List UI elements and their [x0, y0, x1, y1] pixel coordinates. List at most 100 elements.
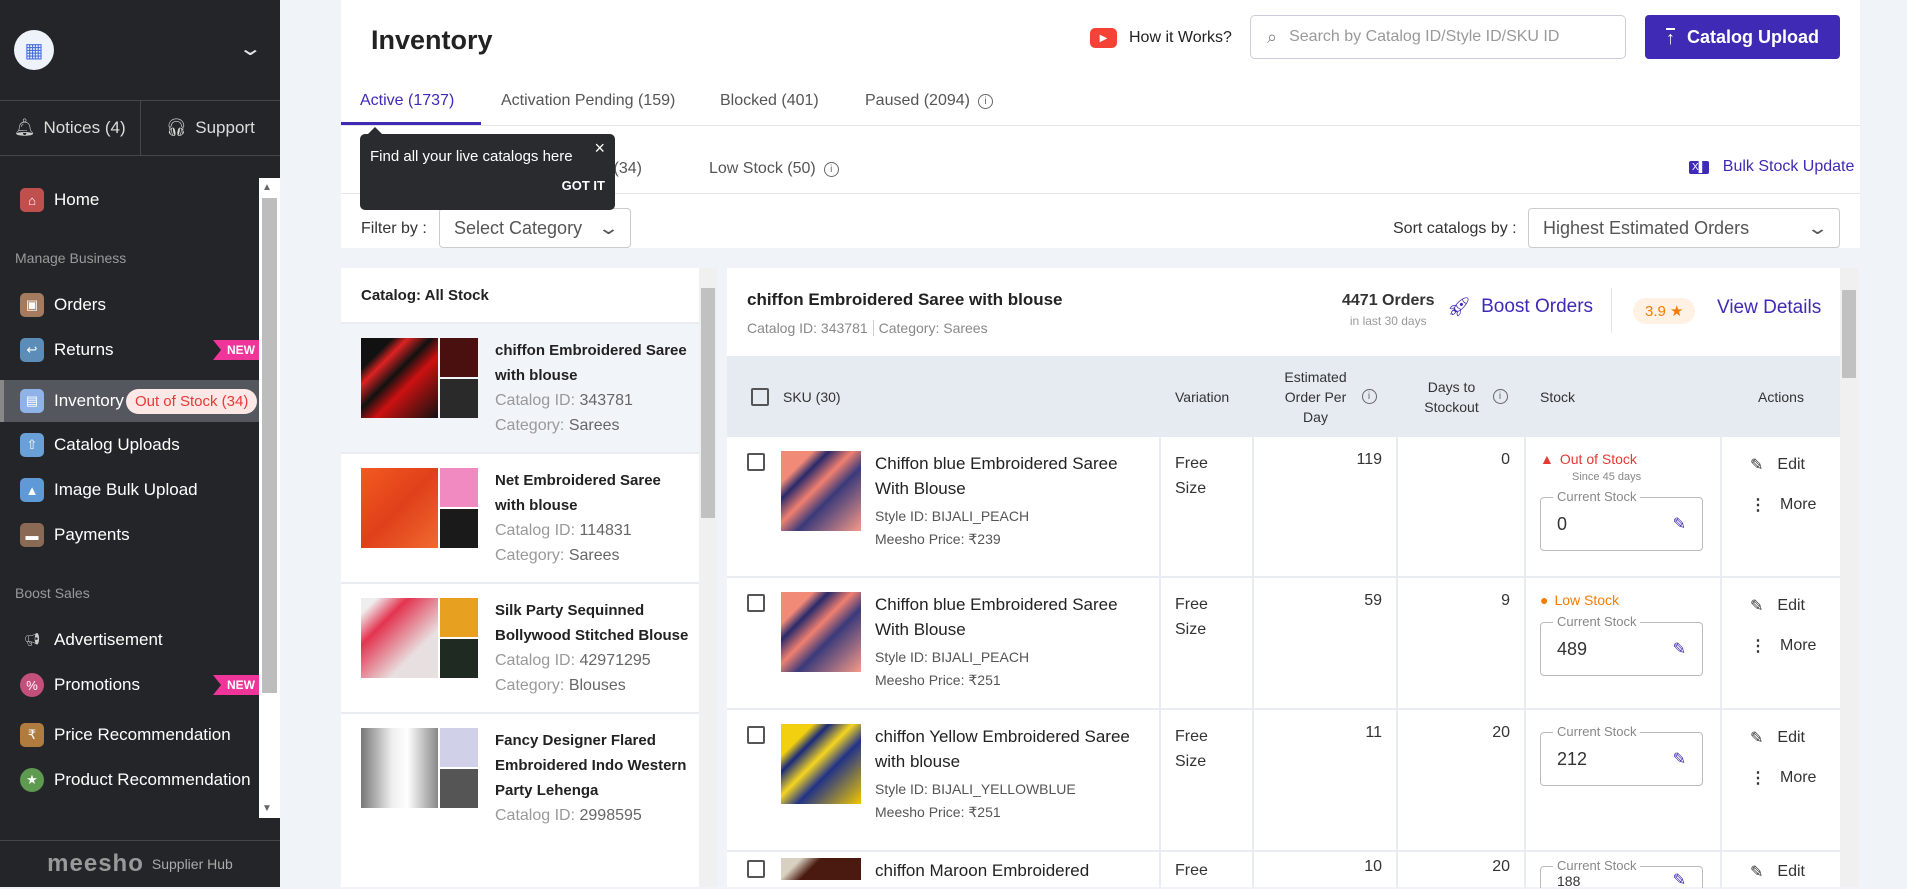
- close-icon[interactable]: ×: [594, 138, 605, 159]
- sidebar-item-catalog-uploads[interactable]: ⇧ Catalog Uploads: [0, 425, 259, 465]
- current-stock-input[interactable]: Current Stock 489 ✎: [1540, 614, 1703, 676]
- meesho-price: Meesho Price: ₹239: [875, 531, 1001, 547]
- catalog-list-item[interactable]: chiffon Embroidered Saree with blouse Ca…: [341, 324, 699, 454]
- current-stock-input[interactable]: Current Stock 188 ✎: [1540, 858, 1703, 889]
- pencil-icon: ✎: [1750, 457, 1764, 474]
- megaphone-icon: 📢︎: [23, 632, 41, 647]
- pencil-icon[interactable]: ✎: [1673, 514, 1686, 534]
- out-of-stock-badge: Out of Stock (34): [125, 388, 258, 414]
- sidebar-item-image-bulk-upload[interactable]: ▲ Image Bulk Upload: [0, 470, 259, 510]
- pencil-icon[interactable]: ✎: [1673, 639, 1686, 659]
- boost-orders-button[interactable]: 🚀︎ Boost Orders: [1447, 295, 1593, 319]
- how-label: How it Works?: [1129, 29, 1232, 46]
- info-icon[interactable]: i: [977, 93, 993, 109]
- catalog-list-item[interactable]: Net Embroidered Saree with blouse Catalo…: [341, 454, 699, 584]
- tooltip-text: Find all your live catalogs here: [370, 148, 573, 165]
- sku-image: [781, 724, 861, 804]
- sidebar-item-orders[interactable]: ▣ Orders: [0, 285, 259, 325]
- catalog-thumbnail: [361, 338, 478, 418]
- select-value: Select Category: [454, 217, 583, 238]
- info-icon[interactable]: i: [1492, 389, 1508, 404]
- sku-name: chiffon Yellow Embroidered Saree with bl…: [875, 727, 1130, 771]
- sidebar-scroll-thumb[interactable]: [262, 198, 277, 693]
- catalog-list-item[interactable]: Fancy Designer Flared Embroidered Indo W…: [341, 714, 699, 828]
- more-button[interactable]: ⋮ More: [1750, 495, 1826, 515]
- row-checkbox[interactable]: [747, 594, 765, 612]
- id-label: Catalog ID:: [495, 392, 576, 409]
- days-to-stockout: 0: [1398, 437, 1526, 578]
- search-input[interactable]: ⌕ Search by Catalog ID/Style ID/SKU ID: [1250, 15, 1626, 59]
- header-stock: Stock: [1540, 388, 1576, 405]
- more-button[interactable]: ⋮ More: [1750, 768, 1826, 788]
- edit-button[interactable]: ✎ Edit: [1750, 596, 1826, 616]
- subtab-low-stock[interactable]: Low Stock (50) i: [709, 160, 839, 178]
- edit-button[interactable]: ✎ Edit: [1750, 455, 1826, 475]
- select-all-checkbox[interactable]: [751, 387, 769, 406]
- table-row: Chiffon blue Embroidered Saree With Blou…: [727, 578, 1840, 710]
- label: Returns: [54, 340, 114, 359]
- status-tabs: Active (1737) Activation Pending (159) B…: [341, 86, 1860, 126]
- tab-blocked[interactable]: Blocked (401): [720, 92, 819, 110]
- info-icon[interactable]: i: [823, 161, 839, 177]
- tab-paused[interactable]: Paused (2094) i: [865, 92, 993, 110]
- header-days-to-stockout: Days to Stockout: [1424, 378, 1479, 415]
- more-button[interactable]: ⋮ More: [1750, 636, 1826, 656]
- sidebar-item-price-recommendation[interactable]: ₹ Price Recommendation: [0, 715, 259, 755]
- info-icon[interactable]: i: [1361, 389, 1377, 404]
- catalog-list-scroll-thumb[interactable]: [701, 288, 715, 518]
- stock-value: 212: [1557, 748, 1588, 769]
- current-stock-input[interactable]: Current Stock 212 ✎: [1540, 724, 1703, 786]
- orders-count: 4471 Orders: [1342, 292, 1435, 309]
- got-it-button[interactable]: GOT IT: [562, 178, 605, 193]
- stock-status: Low Stock: [1554, 592, 1620, 608]
- new-badge: NEW: [213, 675, 259, 695]
- catalog-list-item[interactable]: Silk Party Sequinned Bollywood Stitched …: [341, 584, 699, 714]
- scroll-up-icon[interactable]: ▲: [262, 182, 272, 193]
- category-label: Category:: [495, 417, 565, 434]
- view-details-link[interactable]: View Details: [1717, 297, 1821, 319]
- how-it-works-link[interactable]: ▶ How it Works?: [1090, 28, 1232, 48]
- sidebar-item-home[interactable]: ⌂ Home: [0, 180, 259, 220]
- edit-button[interactable]: ✎ Edit: [1750, 728, 1826, 748]
- current-stock-label: Current Stock: [1553, 489, 1641, 505]
- detail-scroll-thumb[interactable]: [1842, 290, 1856, 378]
- sort-select[interactable]: Highest Estimated Orders ⌄: [1528, 208, 1840, 248]
- chevron-down-icon[interactable]: ⌄: [238, 36, 263, 61]
- sidebar-item-payments[interactable]: ▬ Payments: [0, 515, 259, 555]
- sidebar-item-product-recommendation[interactable]: ★ Product Recommendation: [0, 760, 259, 800]
- store-avatar[interactable]: ▦: [14, 30, 54, 70]
- table-row: chiffon Maroon Embroidered Free 10 20 Cu…: [727, 852, 1840, 889]
- category-select[interactable]: Select Category ⌄: [439, 208, 631, 248]
- row-checkbox[interactable]: [747, 453, 765, 471]
- money-bag-icon: ₹: [20, 723, 44, 747]
- pencil-icon[interactable]: ✎: [1673, 873, 1686, 889]
- scroll-down-icon[interactable]: ▼: [262, 803, 272, 814]
- row-checkbox[interactable]: [747, 726, 765, 744]
- support-button[interactable]: 🎧︎ Support: [141, 101, 281, 155]
- catalog-item-category: Blouses: [568, 677, 626, 694]
- excel-icon: X▌: [1689, 160, 1709, 174]
- divider: [1611, 288, 1612, 333]
- current-stock-label: Current Stock: [1553, 724, 1641, 740]
- variation: Free Size: [1161, 710, 1254, 852]
- youtube-icon: ▶: [1090, 28, 1117, 48]
- tab-active[interactable]: Active (1737): [360, 92, 454, 110]
- pencil-icon[interactable]: ✎: [1673, 749, 1686, 769]
- catalog-item-category: Sarees: [568, 547, 620, 564]
- chevron-down-icon: ⌄: [597, 217, 620, 238]
- sidebar-item-advertisement[interactable]: 📢︎ Advertisement: [0, 620, 259, 660]
- current-stock-input[interactable]: Current Stock 0 ✎: [1540, 489, 1703, 551]
- bulk-stock-update-link[interactable]: X▌ Bulk Stock Update: [1689, 158, 1854, 176]
- sidebar-item-returns[interactable]: ↩ Returns NEW: [0, 330, 259, 370]
- catalog-upload-button[interactable]: ↑ Catalog Upload: [1645, 15, 1840, 59]
- edit-button[interactable]: ✎ Edit: [1750, 862, 1826, 882]
- sidebar-item-promotions[interactable]: % Promotions NEW: [0, 665, 259, 705]
- sidebar-item-inventory[interactable]: ▤ Inventory Out of Stock (34): [0, 380, 259, 422]
- section-boost-sales: Boost Sales: [15, 585, 90, 601]
- notices-button[interactable]: 🔔︎ Notices (4): [0, 101, 141, 155]
- edit-label: Edit: [1777, 597, 1805, 614]
- catalog-meta: Catalog ID: 343781 Category: Sarees: [747, 320, 988, 336]
- tab-activation-pending[interactable]: Activation Pending (159): [501, 92, 675, 110]
- more-label: More: [1780, 637, 1817, 654]
- row-checkbox[interactable]: [747, 860, 765, 878]
